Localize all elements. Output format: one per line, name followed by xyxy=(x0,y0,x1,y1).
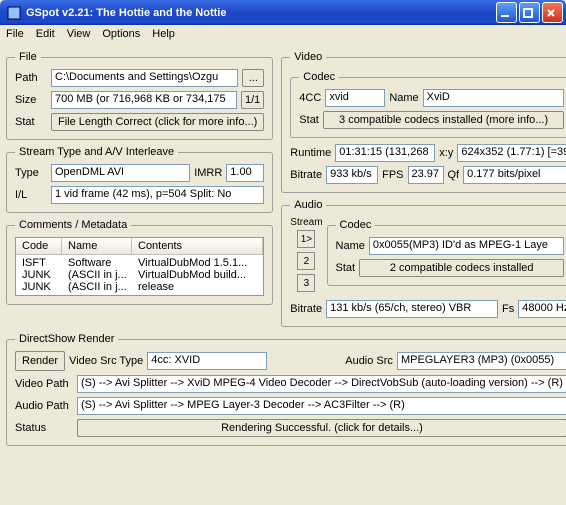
comments-table[interactable]: Code Name Contents ISFT Software Virtual… xyxy=(15,237,264,296)
video-group: Video Codec 4CC xvid Name XviD Stat 3 co… xyxy=(281,51,566,193)
stat-label: Stat xyxy=(15,116,47,128)
fps-label: FPS xyxy=(382,169,403,181)
size-label: Size xyxy=(15,94,47,106)
apath-value: (S) --> Avi Splitter --> MPEG Layer-3 De… xyxy=(77,397,566,415)
imrr-label: IMRR xyxy=(194,167,222,179)
runtime-label: Runtime xyxy=(290,147,331,159)
qf-label: Qf xyxy=(448,169,460,181)
audio-group: Audio Stream 1> 2 3 Codec Name 0x0055(MP… xyxy=(281,199,566,327)
comments-legend: Comments / Metadata xyxy=(15,219,131,231)
status-button[interactable]: Rendering Successful. (click for details… xyxy=(77,419,566,437)
window-title: GSpot v2.21: The Hottie and the Nottie xyxy=(26,7,494,19)
col-code[interactable]: Code xyxy=(16,238,62,254)
close-button[interactable] xyxy=(542,2,563,23)
vname-label: Name xyxy=(389,92,418,104)
astat-label: Stat xyxy=(336,262,356,274)
apath-label: Audio Path xyxy=(15,400,73,412)
aname-label: Name xyxy=(336,240,365,252)
browse-button[interactable]: ... xyxy=(242,69,264,87)
stream-label: Stream xyxy=(290,217,322,228)
audio-codec-group: Codec Name 0x0055(MP3) ID'd as MPEG-1 La… xyxy=(327,219,566,286)
video-legend: Video xyxy=(290,51,326,63)
menu-options[interactable]: Options xyxy=(102,28,140,40)
ds-legend: DirectShow Render xyxy=(15,333,118,345)
abitrate-value: 131 kb/s (65/ch, stereo) VBR xyxy=(326,300,498,318)
asrc-value: MPEGLAYER3 (MP3) (0x0055) xyxy=(397,352,566,370)
file-group: File Path C:\Documents and Settings\Ozgu… xyxy=(6,51,273,140)
menu-help[interactable]: Help xyxy=(152,28,175,40)
file-stat-button[interactable]: File Length Correct (click for more info… xyxy=(51,113,264,131)
stream-legend: Stream Type and A/V Interleave xyxy=(15,146,178,158)
aname-value: 0x0055(MP3) ID'd as MPEG-1 Laye xyxy=(369,237,564,255)
directshow-group: DirectShow Render Render Video Src Type … xyxy=(6,333,566,446)
fs-value: 48000 Hz xyxy=(518,300,566,318)
audio-codec-legend: Codec xyxy=(336,219,376,231)
menu-file[interactable]: File xyxy=(6,28,24,40)
abitrate-label: Bitrate xyxy=(290,303,322,315)
stream-2-button[interactable]: 2 xyxy=(297,252,315,270)
vpath-value: (S) --> Avi Splitter --> XviD MPEG-4 Vid… xyxy=(77,375,566,393)
comments-group: Comments / Metadata Code Name Contents I… xyxy=(6,219,273,305)
stream-3-button[interactable]: 3 xyxy=(297,274,315,292)
type-label: Type xyxy=(15,167,47,179)
asrc-label: Audio Src xyxy=(271,355,393,367)
vbitrate-value: 933 kb/s xyxy=(326,166,378,184)
ratio-button[interactable]: 1/1 xyxy=(241,91,264,109)
menu-view[interactable]: View xyxy=(67,28,91,40)
table-row[interactable]: JUNK (ASCII in j... release xyxy=(16,281,263,293)
xy-label: x:y xyxy=(439,147,453,159)
path-label: Path xyxy=(15,72,47,84)
qf-value: 0.177 bits/pixel xyxy=(463,166,566,184)
stream-1-button[interactable]: 1> xyxy=(297,230,315,248)
status-label: Status xyxy=(15,422,73,434)
vpath-label: Video Path xyxy=(15,378,73,390)
audio-legend: Audio xyxy=(290,199,326,211)
fcc-value: xvid xyxy=(325,89,385,107)
type-value: OpenDML AVI xyxy=(51,164,190,182)
table-row[interactable]: JUNK (ASCII in j... VirtualDubMod build.… xyxy=(16,269,263,281)
imrr-value: 1.00 xyxy=(226,164,264,182)
runtime-value: 01:31:15 (131,268 xyxy=(335,144,435,162)
menu-bar: File Edit View Options Help xyxy=(0,25,566,43)
render-button[interactable]: Render xyxy=(15,351,65,371)
table-row[interactable]: ISFT Software VirtualDubMod 1.5.1... xyxy=(16,257,263,269)
menu-edit[interactable]: Edit xyxy=(36,28,55,40)
fcc-label: 4CC xyxy=(299,92,321,104)
il-value: 1 vid frame (42 ms), p=504 Split: No xyxy=(51,186,264,204)
app-icon xyxy=(6,5,22,21)
video-codec-group: Codec 4CC xvid Name XviD Stat 3 compatib… xyxy=(290,71,566,138)
vst-value: 4cc: XVID xyxy=(147,352,267,370)
title-bar: GSpot v2.21: The Hottie and the Nottie xyxy=(0,0,566,25)
file-legend: File xyxy=(15,51,41,63)
vstat-label: Stat xyxy=(299,114,319,126)
vname-value: XviD xyxy=(423,89,565,107)
xy-value: 624x352 (1.77:1) [=39 xyxy=(457,144,566,162)
minimize-button[interactable] xyxy=(496,2,517,23)
col-contents[interactable]: Contents xyxy=(132,238,263,254)
video-stat-button[interactable]: 3 compatible codecs installed (more info… xyxy=(323,111,564,129)
audio-stat-button[interactable]: 2 compatible codecs installed xyxy=(359,259,564,277)
il-label: I/L xyxy=(15,189,47,201)
maximize-button[interactable] xyxy=(519,2,540,23)
vst-label: Video Src Type xyxy=(69,355,143,367)
size-value: 700 MB (or 716,968 KB or 734,175 xyxy=(51,91,237,109)
fps-value: 23.97 xyxy=(408,166,444,184)
col-name[interactable]: Name xyxy=(62,238,132,254)
vbitrate-label: Bitrate xyxy=(290,169,322,181)
fs-label: Fs xyxy=(502,303,514,315)
path-input[interactable]: C:\Documents and Settings\Ozgu xyxy=(51,69,238,87)
stream-group: Stream Type and A/V Interleave Type Open… xyxy=(6,146,273,213)
video-codec-legend: Codec xyxy=(299,71,339,83)
